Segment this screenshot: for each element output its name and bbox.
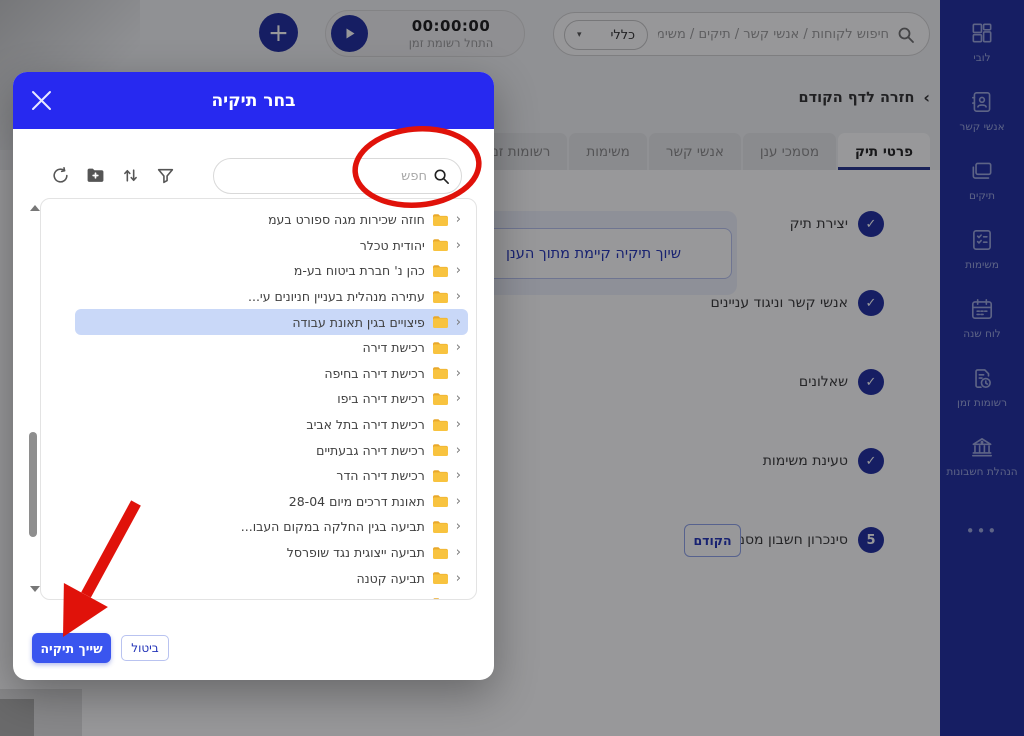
folder-name: יהודית טכלר (360, 238, 425, 253)
expand-chevron-icon[interactable]: ‹ (456, 290, 461, 303)
folder-row[interactable]: ‹ יהודית טכלר (75, 233, 468, 259)
folder-row[interactable]: ‹ עתירה מנהלית בעניין חניונים עי... (75, 284, 468, 310)
folder-icon (432, 392, 449, 406)
folder-name: כהן נ' חברת ביטוח בע-מ (294, 263, 425, 278)
folder-icon (432, 341, 449, 355)
folder-name: תביעה קטנה (356, 571, 424, 586)
folder-row[interactable]: ‹ תביעה בגין החלקה במקום העבו... (75, 514, 468, 540)
filter-button[interactable] (156, 166, 175, 185)
folder-name: תביעה ייצוגית נגד שופרסל (287, 545, 425, 560)
new-folder-icon (86, 166, 105, 185)
expand-chevron-icon[interactable]: ‹ (456, 264, 461, 277)
folder-name: רכישת דירה בתל אביב (306, 417, 424, 432)
folder-name: תביעה שכנגד (354, 596, 425, 600)
search-icon (432, 167, 451, 186)
folder-icon (432, 597, 449, 600)
scroll-down-arrow-icon[interactable] (30, 586, 40, 592)
app-root: { "colors": { "sidebar_navy": "#1f2da0",… (0, 0, 1024, 736)
folder-row[interactable]: ‹ רכישת דירה (75, 335, 468, 361)
folder-search-box (213, 158, 462, 194)
folder-row[interactable]: ‹ חוזה שכירות מגה ספורט בעמ (75, 207, 468, 233)
scroll-up-arrow-icon[interactable] (30, 205, 40, 211)
folder-name: רכישת דירה הדר (336, 468, 424, 483)
expand-chevron-icon[interactable]: ‹ (456, 520, 461, 533)
folder-row[interactable]: ‹ רכישת דירה ביפו (75, 386, 468, 412)
folder-icon (432, 546, 449, 560)
close-button[interactable] (29, 88, 54, 113)
expand-chevron-icon[interactable]: ‹ (456, 316, 461, 329)
expand-chevron-icon[interactable]: ‹ (456, 418, 461, 431)
expand-chevron-icon[interactable]: ‹ (456, 239, 461, 252)
filter-icon (156, 166, 175, 185)
folder-name: תביעה בגין החלקה במקום העבו... (241, 519, 425, 534)
folder-list: ‹ חוזה שכירות מגה ספורט בעמ ‹ יהודית טכל… (40, 198, 477, 600)
folder-name: תאונת דרכים מיום 28-04 (289, 494, 425, 509)
folder-name: חוזה שכירות מגה ספורט בעמ (268, 212, 425, 227)
expand-chevron-icon[interactable]: ‹ (456, 469, 461, 482)
folder-name: רכישת דירה ביפו (337, 391, 425, 406)
modal-title: בחר תיקיה (211, 91, 295, 111)
expand-chevron-icon[interactable]: ‹ (456, 546, 461, 559)
folder-row[interactable]: ‹ תביעה ייצוגית נגד שופרסל (75, 540, 468, 566)
scrollbar-thumb[interactable] (29, 432, 37, 537)
folder-row[interactable]: ‹ רכישת דירה גבעתיים (75, 437, 468, 463)
sort-button[interactable] (121, 166, 140, 185)
assign-folder-button[interactable]: שייך תיקיה (32, 633, 111, 663)
folder-row[interactable]: ‹ פיצויים בגין תאונת עבודה (75, 309, 468, 335)
folder-icon (432, 443, 449, 457)
folder-row[interactable]: ‹ תביעה קטנה (75, 565, 468, 591)
folder-row[interactable]: ‹ רכישת דירה בחיפה (75, 361, 468, 387)
folder-icon (432, 571, 449, 585)
corner-shadow-bottom-left-dark (0, 699, 34, 736)
folder-icon (432, 290, 449, 304)
folder-name: פיצויים בגין תאונת עבודה (292, 315, 424, 330)
cancel-button[interactable]: ביטול (121, 635, 169, 661)
folder-icon (432, 264, 449, 278)
folder-icon (432, 238, 449, 252)
folder-icon (432, 366, 449, 380)
folder-toolbar (51, 166, 175, 185)
folder-name: רכישת דירה בחיפה (324, 366, 424, 381)
folder-icon (432, 213, 449, 227)
folder-row[interactable]: ‹ תאונת דרכים מיום 28-04 (75, 489, 468, 515)
folder-icon (432, 494, 449, 508)
folder-row[interactable]: ‹ רכישת דירה בתל אביב (75, 412, 468, 438)
refresh-icon (51, 166, 70, 185)
folder-row[interactable]: ‹ תביעה שכנגד (75, 591, 468, 600)
expand-chevron-icon[interactable]: ‹ (456, 597, 461, 600)
expand-chevron-icon[interactable]: ‹ (456, 213, 461, 226)
expand-chevron-icon[interactable]: ‹ (456, 341, 461, 354)
expand-chevron-icon[interactable]: ‹ (456, 392, 461, 405)
sort-icon (121, 166, 140, 185)
folder-icon (432, 418, 449, 432)
new-folder-button[interactable] (86, 166, 105, 185)
expand-chevron-icon[interactable]: ‹ (456, 367, 461, 380)
expand-chevron-icon[interactable]: ‹ (456, 572, 461, 585)
folder-name: רכישת דירה (362, 340, 424, 355)
folder-row[interactable]: ‹ רכישת דירה הדר (75, 463, 468, 489)
folder-icon (432, 520, 449, 534)
folder-search-input[interactable] (214, 159, 461, 193)
close-icon (29, 88, 54, 113)
choose-folder-modal: בחר תיקיה ‹ חוזה שכירות מגה ספורט בעמ ‹ … (13, 72, 494, 680)
folder-name: רכישת דירה גבעתיים (316, 443, 425, 458)
modal-header: בחר תיקיה (13, 72, 494, 129)
folder-icon (432, 469, 449, 483)
folder-name: עתירה מנהלית בעניין חניונים עי... (248, 289, 425, 304)
expand-chevron-icon[interactable]: ‹ (456, 444, 461, 457)
folder-icon (432, 315, 449, 329)
refresh-button[interactable] (51, 166, 70, 185)
expand-chevron-icon[interactable]: ‹ (456, 495, 461, 508)
folder-row[interactable]: ‹ כהן נ' חברת ביטוח בע-מ (75, 258, 468, 284)
